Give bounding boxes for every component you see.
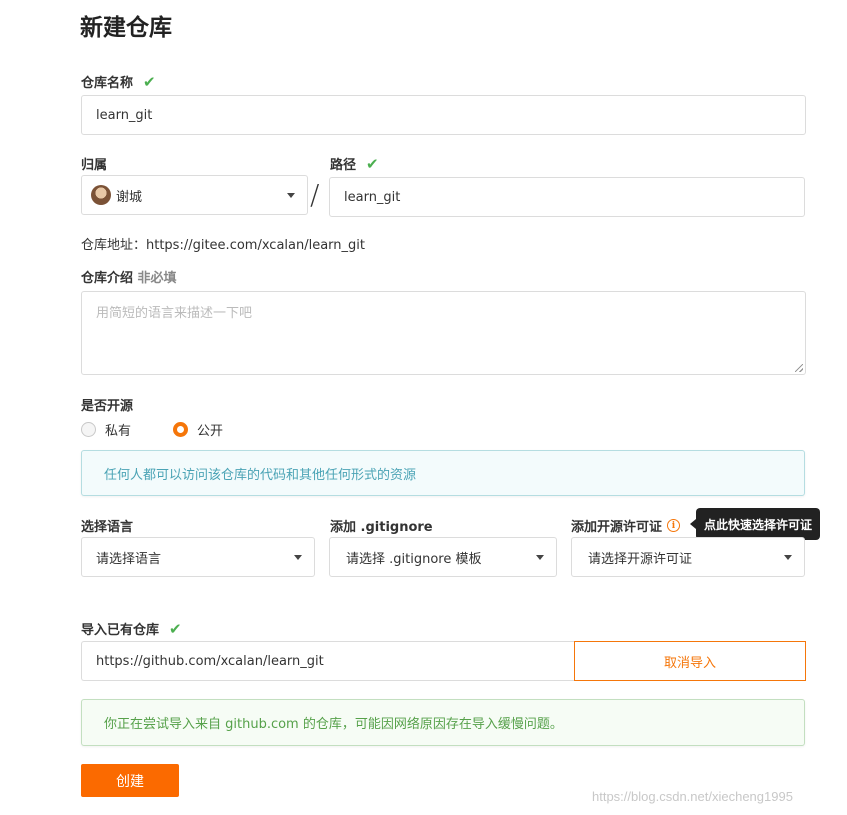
chevron-down-icon bbox=[784, 555, 792, 560]
optional-tag: 非必填 bbox=[137, 271, 177, 286]
gitignore-value: 请选择 .gitignore 模板 bbox=[346, 551, 482, 567]
import-url-value: https://github.com/xcalan/learn_git bbox=[96, 653, 324, 669]
check-icon: ✔ bbox=[366, 155, 379, 173]
chevron-down-icon bbox=[294, 555, 302, 560]
owner-label: 归属 bbox=[81, 158, 108, 173]
description-label: 仓库介绍 bbox=[81, 271, 134, 286]
visibility-label: 是否开源 bbox=[81, 399, 134, 414]
description-textarea[interactable]: 用简短的语言来描述一下吧 bbox=[81, 291, 806, 375]
radio-public-icon[interactable] bbox=[173, 422, 188, 437]
chevron-down-icon bbox=[287, 193, 295, 198]
repo-name-label-row: 仓库名称 ✔ bbox=[81, 72, 156, 91]
path-label-row: 路径 ✔ bbox=[330, 154, 379, 173]
watermark-text: https://blog.csdn.net/xiecheng1995 bbox=[592, 789, 793, 804]
visibility-info-box: 任何人都可以访问该仓库的代码和其他任何形式的资源 bbox=[81, 450, 805, 496]
repo-url-text: 仓库地址：https://gitee.com/xcalan/learn_git bbox=[81, 238, 366, 253]
resize-handle-icon[interactable] bbox=[795, 364, 803, 372]
license-select[interactable]: 请选择开源许可证 bbox=[571, 537, 805, 577]
import-url-input[interactable]: https://github.com/xcalan/learn_git bbox=[81, 641, 575, 681]
radio-private-icon[interactable] bbox=[81, 422, 96, 437]
import-label: 导入已有仓库 bbox=[81, 623, 160, 638]
info-icon[interactable]: i bbox=[667, 519, 681, 532]
radio-private[interactable]: 私有 bbox=[81, 420, 131, 439]
owner-value: 谢城 bbox=[116, 189, 143, 205]
import-notice-text: 你正在尝试导入来自 github.com 的仓库，可能因网络原因存在导入缓慢问题… bbox=[104, 717, 563, 732]
license-label-row: 添加开源许可证 i bbox=[571, 516, 681, 535]
page-title: 新建仓库 bbox=[80, 15, 172, 41]
import-notice: 你正在尝试导入来自 github.com 的仓库，可能因网络原因存在导入缓慢问题… bbox=[81, 699, 805, 746]
gitignore-select[interactable]: 请选择 .gitignore 模板 bbox=[329, 537, 557, 577]
visibility-info-text: 任何人都可以访问该仓库的代码和其他任何形式的资源 bbox=[104, 467, 417, 483]
create-button[interactable]: 创建 bbox=[81, 764, 179, 797]
language-value: 请选择语言 bbox=[96, 551, 162, 567]
language-label: 选择语言 bbox=[81, 520, 134, 535]
owner-select[interactable]: 谢城 bbox=[81, 175, 308, 215]
path-input[interactable]: learn_git bbox=[329, 177, 805, 217]
description-label-row: 仓库介绍 非必填 bbox=[81, 267, 177, 286]
chevron-down-icon bbox=[536, 555, 544, 560]
check-icon: ✔ bbox=[143, 73, 156, 91]
radio-public-label: 公开 bbox=[197, 424, 224, 439]
radio-private-label: 私有 bbox=[105, 424, 132, 439]
repo-name-input[interactable]: learn_git bbox=[81, 95, 806, 135]
gitignore-label: 添加 .gitignore bbox=[330, 520, 433, 535]
avatar bbox=[91, 185, 111, 205]
repo-name-value: learn_git bbox=[96, 107, 153, 123]
path-value: learn_git bbox=[344, 189, 401, 205]
language-select[interactable]: 请选择语言 bbox=[81, 537, 315, 577]
description-placeholder: 用简短的语言来描述一下吧 bbox=[96, 306, 253, 321]
path-label: 路径 bbox=[330, 158, 357, 173]
radio-public[interactable]: 公开 bbox=[173, 420, 223, 439]
check-icon: ✔ bbox=[169, 620, 182, 638]
license-label: 添加开源许可证 bbox=[571, 520, 663, 535]
license-tooltip: 点此快速选择许可证 bbox=[696, 508, 820, 540]
repo-name-label: 仓库名称 bbox=[81, 76, 134, 91]
import-label-row: 导入已有仓库 ✔ bbox=[81, 619, 182, 638]
path-separator: / bbox=[310, 178, 320, 211]
cancel-import-button[interactable]: 取消导入 bbox=[574, 641, 806, 681]
license-value: 请选择开源许可证 bbox=[588, 551, 693, 567]
